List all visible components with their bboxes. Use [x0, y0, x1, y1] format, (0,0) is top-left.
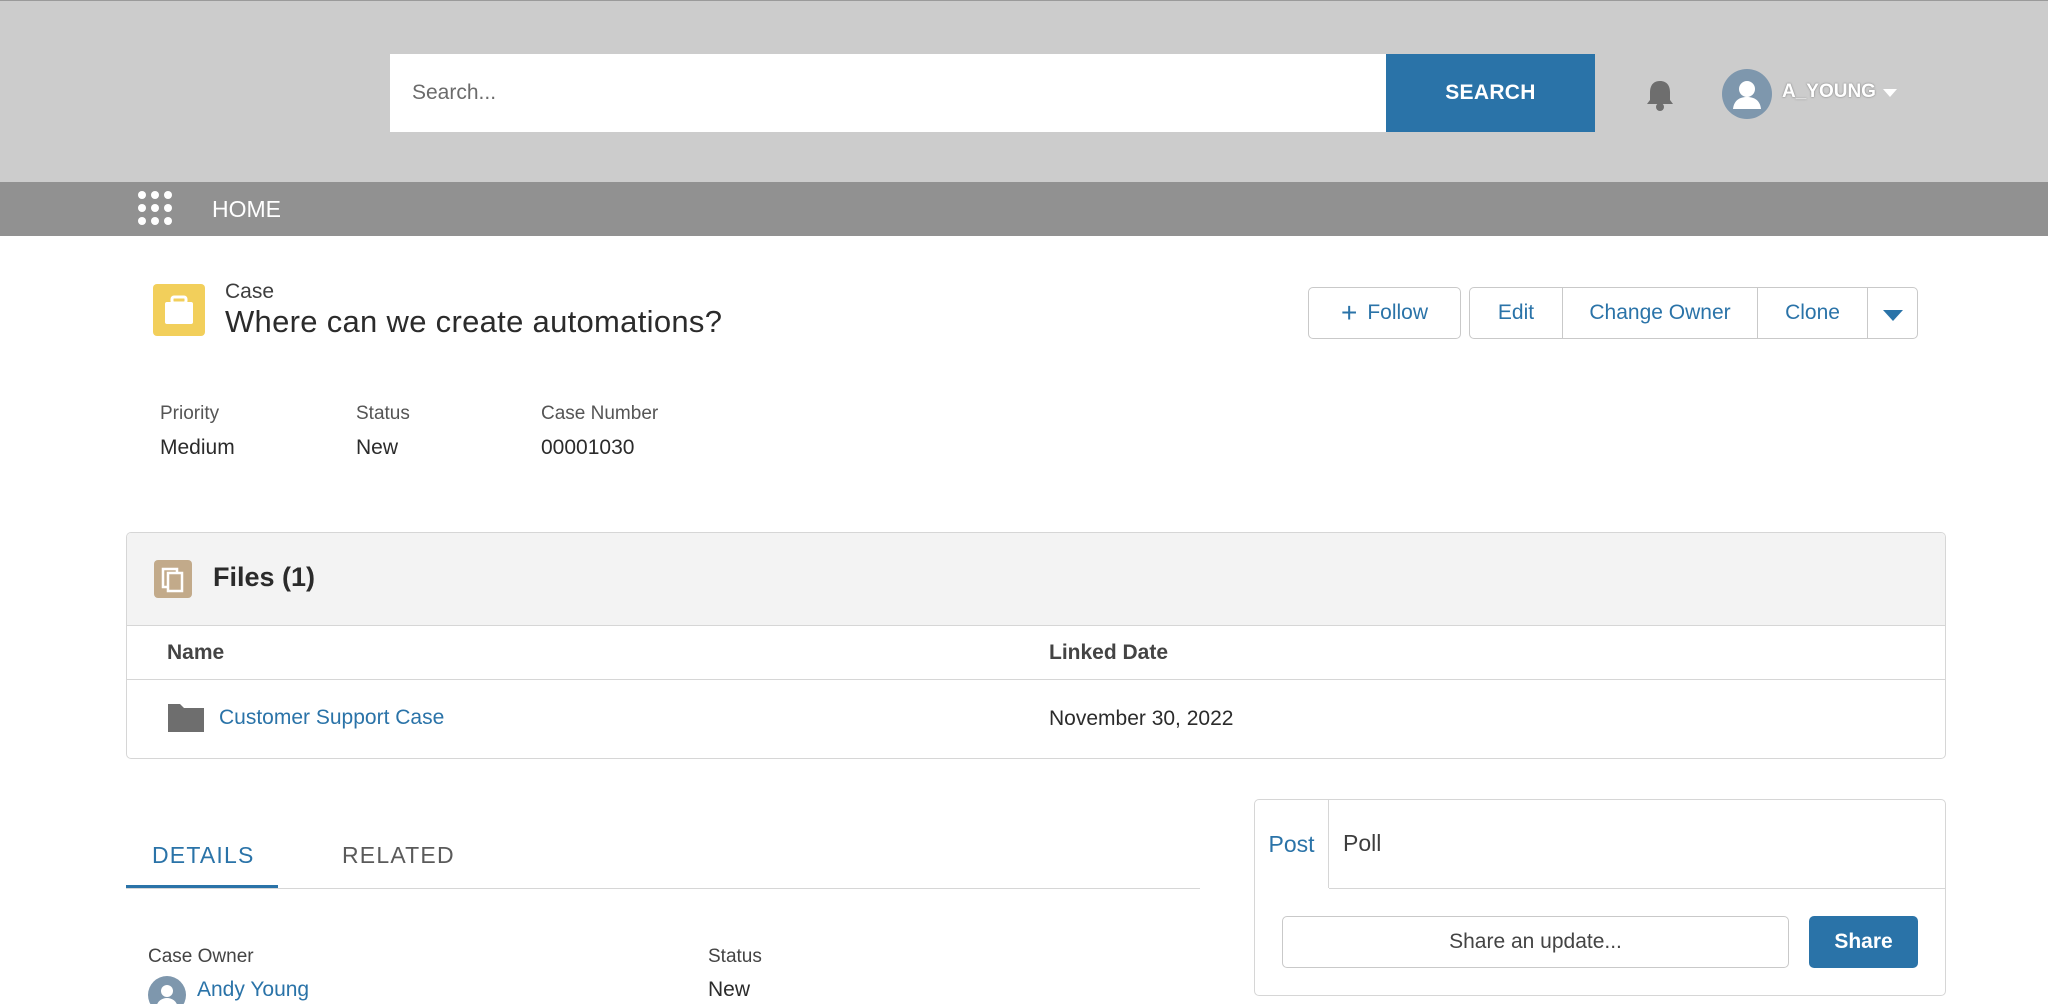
case-owner-label: Case Owner — [148, 946, 254, 967]
case-icon — [153, 284, 205, 336]
files-card: Files (1) Name Linked Date Customer Supp… — [126, 532, 1946, 759]
search-button[interactable]: SEARCH — [1386, 54, 1595, 132]
divider — [127, 679, 1945, 680]
files-icon — [154, 560, 192, 598]
app-launcher-icon[interactable] — [138, 191, 174, 227]
page-title: Where can we create automations? — [225, 304, 723, 339]
column-header-linked-date[interactable]: Linked Date — [1049, 641, 1168, 665]
files-title[interactable]: Files (1) — [213, 562, 315, 593]
file-linked-date: November 30, 2022 — [1049, 707, 1234, 730]
column-header-name[interactable]: Name — [167, 641, 224, 665]
status-value: New — [356, 436, 399, 459]
files-header: Files (1) — [127, 533, 1945, 626]
tab-details[interactable]: DETAILS — [152, 842, 255, 869]
user-avatar[interactable] — [1722, 69, 1772, 119]
divider — [126, 888, 1200, 889]
tab-poll[interactable]: Poll — [1343, 830, 1381, 857]
details-status-label: Status — [708, 946, 762, 967]
priority-value: Medium — [160, 436, 235, 459]
nav-item-home[interactable]: HOME — [212, 196, 281, 223]
more-actions-button[interactable] — [1867, 287, 1918, 339]
plus-icon: + — [1340, 297, 1358, 328]
owner-avatar — [148, 976, 186, 1004]
follow-label: Follow — [1367, 301, 1429, 324]
divider — [1329, 888, 1945, 889]
folder-icon — [167, 701, 205, 733]
chevron-down-icon[interactable] — [1883, 89, 1897, 97]
clone-button[interactable]: Clone — [1757, 287, 1868, 339]
share-update-input[interactable]: Share an update... — [1282, 916, 1789, 968]
details-status-value: New — [708, 978, 751, 1001]
file-link[interactable]: Customer Support Case — [219, 706, 444, 730]
chevron-down-icon — [1882, 309, 1903, 321]
tab-related[interactable]: RELATED — [342, 842, 455, 869]
follow-button[interactable]: + Follow — [1308, 287, 1461, 339]
username-label[interactable]: A_YOUNG — [1782, 81, 1876, 103]
top-header: SEARCH A_YOUNG — [0, 0, 2048, 182]
publisher: Post Poll Share an update... Share — [1254, 799, 1946, 996]
change-owner-button[interactable]: Change Owner — [1562, 287, 1758, 339]
case-number-value: 00001030 — [541, 436, 635, 459]
share-button[interactable]: Share — [1809, 916, 1918, 968]
nav-bar: HOME — [0, 182, 2048, 236]
bell-icon[interactable] — [1642, 77, 1678, 113]
priority-label: Priority — [160, 403, 220, 424]
search-input[interactable] — [390, 54, 1387, 132]
case-owner-link[interactable]: Andy Young — [197, 978, 309, 1002]
status-label: Status — [356, 403, 410, 424]
edit-button[interactable]: Edit — [1469, 287, 1563, 339]
record-object-type: Case — [225, 280, 275, 303]
case-number-label: Case Number — [541, 403, 659, 424]
tab-post[interactable]: Post — [1255, 800, 1329, 888]
